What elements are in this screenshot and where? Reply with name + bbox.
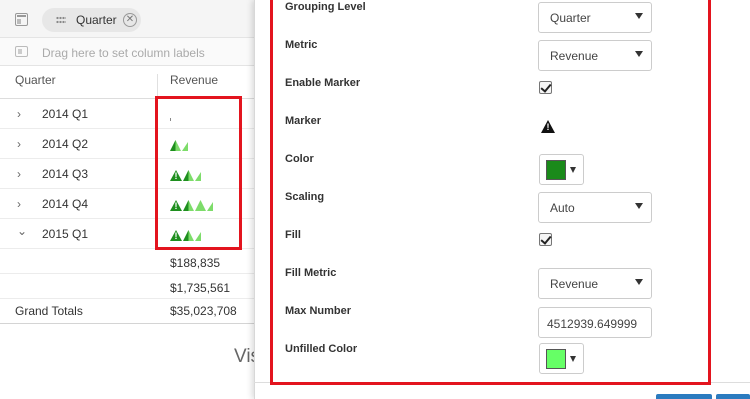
column-separator[interactable] [157,74,158,98]
chevron-right-icon[interactable]: › [17,107,21,121]
group-chip-label: Quarter [76,13,117,27]
row-label: 2015 Q1 [42,227,89,241]
row-label: 2014 Q2 [42,137,89,151]
subtotal-row: $188,835 [0,250,260,274]
grand-totals-value: $35,023,708 [170,304,237,318]
column-group-bar[interactable]: Drag here to set column labels [0,38,260,66]
footer-button-secondary[interactable] [716,394,750,399]
column-drop-hint: Drag here to set column labels [42,46,205,60]
column-labels-icon [15,46,28,57]
highlight-box-markers [155,96,242,250]
row-label: 2014 Q1 [42,107,89,121]
footer-button-primary[interactable] [656,394,712,399]
chevron-right-icon[interactable]: › [17,137,21,151]
row-label: 2014 Q3 [42,167,89,181]
group-chip-quarter[interactable]: Quarter ✕ [42,8,141,32]
grand-totals-row: Grand Totals $35,023,708 [0,298,260,322]
subtotal-value: $1,735,561 [170,281,231,295]
close-icon[interactable]: ✕ [123,13,137,27]
subtotal-row: $1,735,561 [0,275,260,299]
column-header-quarter[interactable]: Quarter [15,66,56,98]
highlight-box-panel [270,0,711,385]
grand-totals-label: Grand Totals [15,304,83,318]
subtotal-value: $188,835 [170,256,221,270]
chevron-right-icon[interactable]: › [17,167,21,181]
column-header-revenue[interactable]: Revenue [170,66,218,98]
layout-icon[interactable] [15,13,28,26]
row-group-bar: Quarter ✕ [0,0,260,38]
chevron-down-icon[interactable]: ⌄ [17,224,27,238]
row-label: 2014 Q4 [42,197,89,211]
chevron-right-icon[interactable]: › [17,197,21,211]
drag-handle-icon[interactable] [56,16,66,24]
